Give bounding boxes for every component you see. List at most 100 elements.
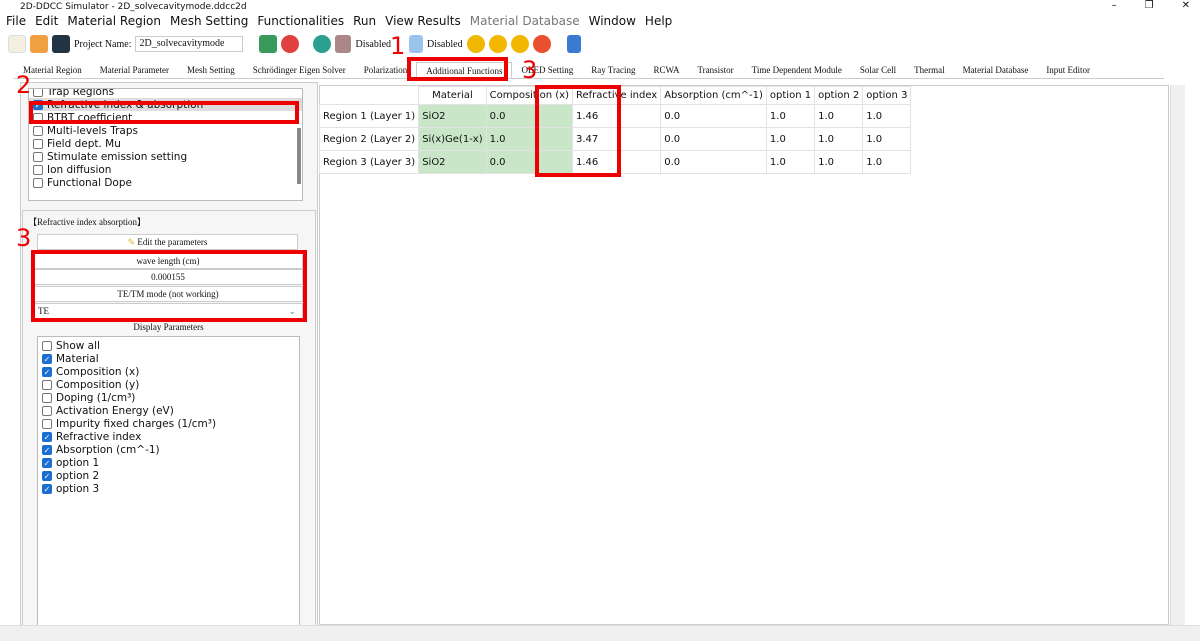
display-param-label: Refractive index xyxy=(56,430,142,443)
display-param-show-all[interactable]: Show all xyxy=(38,339,299,352)
new-file-icon[interactable] xyxy=(8,35,26,53)
cell-option-2[interactable]: 1.0 xyxy=(814,104,864,128)
reload-icon[interactable] xyxy=(281,35,300,53)
column-header-material[interactable]: Material xyxy=(418,86,487,105)
menu-material-database[interactable]: Material Database xyxy=(470,14,580,32)
display-param-option-2[interactable]: ✓ option 2 xyxy=(38,469,299,482)
function-ion-diffusion[interactable]: Ion diffusion xyxy=(29,163,302,176)
tab-transistor[interactable]: Transistor xyxy=(688,62,742,78)
chart-icon[interactable] xyxy=(566,35,581,53)
minimize-button[interactable]: – xyxy=(1112,0,1117,11)
checkbox-checked-icon[interactable]: ✓ xyxy=(42,353,52,364)
save-icon[interactable] xyxy=(52,35,70,53)
tab-solar-cell[interactable]: Solar Cell xyxy=(851,62,905,78)
display-param-material[interactable]: ✓ Material xyxy=(38,352,299,365)
menu-run[interactable]: Run xyxy=(353,14,376,32)
run-batch-icon[interactable] xyxy=(510,35,529,53)
tab-rcwa[interactable]: RCWA xyxy=(644,62,688,78)
tab-time-dependent-module[interactable]: Time Dependent Module xyxy=(743,62,851,78)
cell-material[interactable]: SiO2 xyxy=(418,104,487,128)
display-param-activation-energy-ev[interactable]: Activation Energy (eV) xyxy=(38,404,299,417)
display-param-doping-1-cm[interactable]: Doping (1/cm³) xyxy=(38,391,299,404)
vertical-scrollbar[interactable] xyxy=(1170,85,1185,625)
edit-parameters-button[interactable]: ✎ Edit the parameters xyxy=(37,234,298,250)
checkbox-checked-icon[interactable]: ✓ xyxy=(42,366,52,377)
checkbox-icon[interactable] xyxy=(33,177,43,188)
checkbox-icon[interactable] xyxy=(42,418,52,429)
menu-mesh-setting[interactable]: Mesh Setting xyxy=(170,14,248,32)
tab-input-editor[interactable]: Input Editor xyxy=(1037,62,1099,78)
menu-edit[interactable]: Edit xyxy=(35,14,58,32)
display-param-label: Activation Energy (eV) xyxy=(56,404,174,417)
display-param-composition-x[interactable]: ✓ Composition (x) xyxy=(38,365,299,378)
menu-functionalities[interactable]: Functionalities xyxy=(257,14,344,32)
tab-material-parameter[interactable]: Material Parameter xyxy=(91,62,178,78)
close-button[interactable]: ✕ xyxy=(1182,0,1190,11)
function-stimulate-emission-setting[interactable]: Stimulate emission setting xyxy=(29,150,302,163)
checkbox-icon[interactable] xyxy=(42,392,52,403)
cell-absorption-cm-1[interactable]: 0.0 xyxy=(660,104,767,128)
menu-help[interactable]: Help xyxy=(645,14,672,32)
cell-material[interactable]: Si(x)Ge(1-x) xyxy=(418,127,487,151)
cell-material[interactable]: SiO2 xyxy=(418,150,487,174)
checkbox-checked-icon[interactable]: ✓ xyxy=(42,470,52,481)
checkbox-checked-icon[interactable]: ✓ xyxy=(42,431,52,442)
cell-option-3[interactable]: 1.0 xyxy=(862,127,912,151)
function-label: Field dept. Mu xyxy=(47,137,121,150)
maximize-button[interactable]: ❐ xyxy=(1145,0,1154,11)
cell-absorption-cm-1[interactable]: 0.0 xyxy=(660,127,767,151)
display-param-option-3[interactable]: ✓ option 3 xyxy=(38,482,299,495)
cell-option-1[interactable]: 1.0 xyxy=(765,104,816,128)
menu-window[interactable]: Window xyxy=(589,14,636,32)
cell-option-3[interactable]: 1.0 xyxy=(862,104,912,128)
project-name-input[interactable]: 2D_solvecavitymode xyxy=(135,36,244,52)
cell-option-2[interactable]: 1.0 xyxy=(814,127,864,151)
function-multi-levels-traps[interactable]: Multi-levels Traps xyxy=(29,124,302,137)
function-trap-regions[interactable]: Trap Regions xyxy=(29,89,302,98)
functions-list-scrollbar[interactable] xyxy=(297,128,301,184)
run-icon[interactable] xyxy=(466,35,485,53)
column-header-absorption-cm-1[interactable]: Absorption (cm^-1) xyxy=(660,86,767,105)
column-header-option-3[interactable]: option 3 xyxy=(862,86,912,105)
tab-thermal[interactable]: Thermal xyxy=(905,62,954,78)
cell-option-2[interactable]: 1.0 xyxy=(814,150,864,174)
tab-material-database[interactable]: Material Database xyxy=(954,62,1038,78)
column-header-option-2[interactable]: option 2 xyxy=(814,86,864,105)
checkbox-icon[interactable] xyxy=(33,138,43,149)
menu-view-results[interactable]: View Results xyxy=(385,14,461,32)
column-header-option-1[interactable]: option 1 xyxy=(765,86,816,105)
tab-schr-dinger-eigen-solver[interactable]: Schrödinger Eigen Solver xyxy=(244,62,355,78)
refresh-mesh-icon[interactable] xyxy=(259,35,278,53)
checkbox-icon[interactable] xyxy=(33,151,43,162)
checkbox-icon[interactable] xyxy=(42,405,52,416)
checkbox-checked-icon[interactable]: ✓ xyxy=(42,444,52,455)
menu-material-region[interactable]: Material Region xyxy=(67,14,161,32)
display-param-refractive-index[interactable]: ✓ Refractive index xyxy=(38,430,299,443)
cell-option-1[interactable]: 1.0 xyxy=(765,127,816,151)
display-param-absorption-cm-1[interactable]: ✓ Absorption (cm^-1) xyxy=(38,443,299,456)
tab-ray-tracing[interactable]: Ray Tracing xyxy=(582,62,644,78)
solver-icon[interactable] xyxy=(313,35,332,53)
display-param-impurity-fixed-charges-1-cm[interactable]: Impurity fixed charges (1/cm³) xyxy=(38,417,299,430)
list-icon[interactable] xyxy=(409,35,424,53)
tab-mesh-setting[interactable]: Mesh Setting xyxy=(178,62,244,78)
stop-icon[interactable] xyxy=(532,35,551,53)
menu-file[interactable]: File xyxy=(6,14,26,32)
display-param-composition-y[interactable]: Composition (y) xyxy=(38,378,299,391)
function-functional-dope[interactable]: Functional Dope xyxy=(29,176,302,189)
fast-forward-icon[interactable] xyxy=(488,35,507,53)
checkbox-icon[interactable] xyxy=(42,340,52,351)
checkbox-checked-icon[interactable]: ✓ xyxy=(42,457,52,468)
checkbox-icon[interactable] xyxy=(42,379,52,390)
cell-absorption-cm-1[interactable]: 0.0 xyxy=(660,150,767,174)
cell-option-3[interactable]: 1.0 xyxy=(862,150,912,174)
checkbox-checked-icon[interactable]: ✓ xyxy=(42,483,52,494)
function-field-dept-mu[interactable]: Field dept. Mu xyxy=(29,137,302,150)
display-param-option-1[interactable]: ✓ option 1 xyxy=(38,456,299,469)
checkbox-icon[interactable] xyxy=(33,125,43,136)
checkbox-icon[interactable] xyxy=(33,89,43,97)
checkbox-icon[interactable] xyxy=(33,164,43,175)
cell-option-1[interactable]: 1.0 xyxy=(765,150,816,174)
structure-icon[interactable] xyxy=(335,35,352,53)
open-folder-icon[interactable] xyxy=(30,35,48,53)
